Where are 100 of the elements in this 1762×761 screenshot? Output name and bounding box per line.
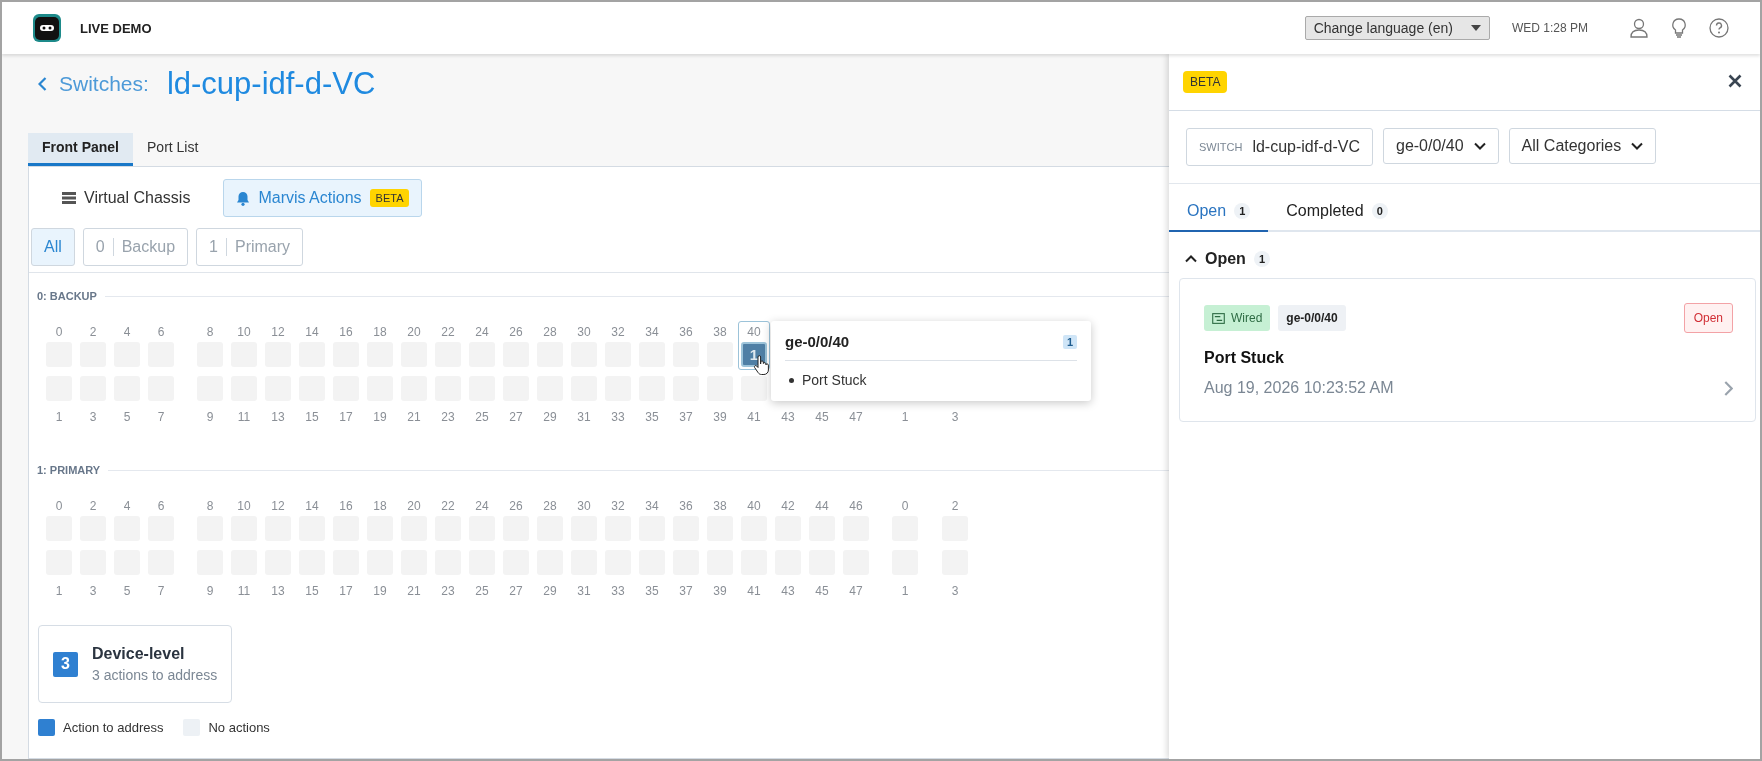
port-number: 17 xyxy=(339,409,353,425)
port-number: 32 xyxy=(611,498,625,514)
port-number: 24 xyxy=(475,498,489,514)
port-number: 18 xyxy=(373,498,387,514)
tab[interactable]: Completed 0 xyxy=(1268,194,1406,232)
app-title: LIVE DEMO xyxy=(80,20,152,36)
port-number: 5 xyxy=(123,583,131,599)
port-number: 26 xyxy=(509,324,523,340)
port-name: ge-0/0/40 xyxy=(785,333,850,350)
section-title: 1: PRIMARY xyxy=(37,464,101,476)
port-number: 22 xyxy=(441,498,455,514)
port-number: 17 xyxy=(339,583,353,599)
legend-label: No actions xyxy=(208,720,270,735)
chevron-right-icon xyxy=(1724,380,1733,396)
port-number: 13 xyxy=(271,409,285,425)
port-number: 43 xyxy=(781,583,795,599)
clock: WED 1:28 PM xyxy=(1511,21,1588,35)
port-number: 4 xyxy=(123,324,131,340)
tab[interactable]: Front Panel xyxy=(28,133,133,166)
chevron-up-icon xyxy=(1185,255,1197,263)
switch-name: ld-cup-idf-d-VC xyxy=(166,66,376,102)
bullet-icon xyxy=(789,377,794,383)
port-number: 40 xyxy=(747,498,761,514)
category-dropdown[interactable]: All Categories xyxy=(1508,128,1657,164)
chevron-down-icon xyxy=(1631,142,1644,150)
port-number: 18 xyxy=(373,324,387,340)
port-number: 28 xyxy=(543,324,557,340)
count-badge: 3 xyxy=(53,651,78,677)
port-number: 16 xyxy=(339,324,353,340)
port-number: 9 xyxy=(206,583,214,599)
port-number: 7 xyxy=(157,583,165,599)
port-number: 45 xyxy=(815,409,829,425)
user-icon[interactable] xyxy=(1628,17,1650,39)
port-number: 33 xyxy=(611,583,625,599)
server-icon xyxy=(62,192,76,204)
port-number: 2 xyxy=(89,324,97,340)
port-number: 10 xyxy=(237,498,251,514)
beta-badge: BETA xyxy=(1183,71,1228,93)
tab[interactable]: Open 1 xyxy=(1169,194,1269,232)
port-number: 6 xyxy=(157,324,165,340)
port-number: 15 xyxy=(305,583,319,599)
help-icon[interactable] xyxy=(1708,17,1730,39)
port-number: 44 xyxy=(815,498,829,514)
port-number: 13 xyxy=(271,583,285,599)
port-number: 46 xyxy=(849,498,863,514)
port-number: 0 xyxy=(901,498,909,514)
port-number: 45 xyxy=(815,583,829,599)
view-toggle[interactable]: Marvis Actions BETA xyxy=(223,179,423,217)
back-icon xyxy=(38,77,47,91)
timestamp: Aug 19, 2026 10:23:52 AM xyxy=(1204,379,1394,397)
port-number: 2 xyxy=(951,498,959,514)
port-number: 2 xyxy=(89,498,97,514)
port-number: 28 xyxy=(543,498,557,514)
port-number: 8 xyxy=(206,324,214,340)
port-number: 39 xyxy=(713,409,727,425)
member-label: Backup xyxy=(121,238,176,256)
port-number: 8 xyxy=(206,498,214,514)
member-label: Primary xyxy=(234,238,291,256)
member-label: All xyxy=(44,238,62,256)
port-number: 1 xyxy=(55,409,63,425)
count-badge: 0 xyxy=(1371,203,1388,219)
ethernet-icon xyxy=(1212,312,1225,324)
port-number: 35 xyxy=(645,583,659,599)
action-card[interactable]: Wired ge-0/0/40 Open Port Stuck Aug 19, 2026 10:23:52 AM xyxy=(1179,278,1756,422)
port-number: 30 xyxy=(577,498,591,514)
port-number: 14 xyxy=(305,498,319,514)
tab[interactable]: Port List xyxy=(133,133,213,166)
port-number: 30 xyxy=(577,324,591,340)
port-dropdown[interactable]: ge-0/0/40 xyxy=(1383,128,1499,164)
port-number: 25 xyxy=(475,409,489,425)
chevron-down-icon xyxy=(1473,142,1486,150)
port-number: 47 xyxy=(849,409,863,425)
category-tag: Wired xyxy=(1204,305,1271,331)
port-number: 3 xyxy=(951,409,959,425)
port-number: 15 xyxy=(305,409,319,425)
port-tag: ge-0/0/40 xyxy=(1278,305,1346,331)
port[interactable] xyxy=(741,376,767,401)
view-toggle[interactable]: Virtual Chassis xyxy=(49,179,204,217)
section-title: Open xyxy=(1205,250,1246,268)
port-number: 11 xyxy=(237,583,251,599)
port-number: 5 xyxy=(123,409,131,425)
collapse-toggle[interactable] xyxy=(1185,255,1197,263)
action-item: Port Stuck xyxy=(802,371,867,389)
port-number: 0 xyxy=(55,498,63,514)
port-number: 0 xyxy=(55,324,63,340)
port-number: 40 xyxy=(747,324,761,340)
beta-badge: BETA xyxy=(369,189,410,207)
port-number: 37 xyxy=(679,583,693,599)
card-title: Device-level xyxy=(92,645,186,663)
port-number: 36 xyxy=(679,324,693,340)
port-number: 32 xyxy=(611,324,625,340)
device-level-card[interactable]: 3 Device-level 3 actions to address xyxy=(38,625,232,703)
card-subtitle: 3 actions to address xyxy=(92,667,218,683)
port-number: 1 xyxy=(55,583,63,599)
close-icon xyxy=(1728,73,1742,88)
port-number: 9 xyxy=(206,409,214,425)
port-number: 10 xyxy=(237,324,251,340)
port-number: 38 xyxy=(713,324,727,340)
language-dropdown[interactable]: Change language (en) xyxy=(1304,16,1490,40)
port-number: 11 xyxy=(237,409,251,425)
